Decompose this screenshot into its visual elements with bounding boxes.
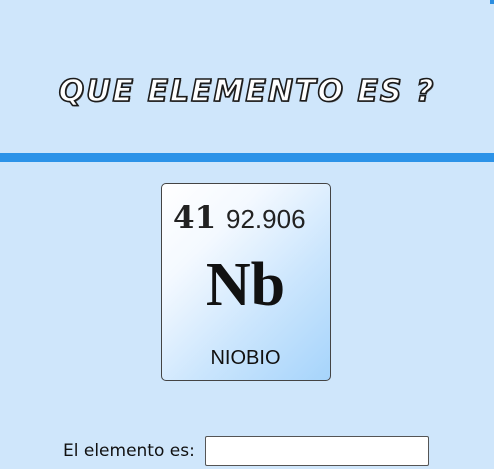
page-title: QUE ELEMENTO ES ? (58, 73, 436, 110)
answer-input[interactable] (205, 436, 429, 466)
header-divider (0, 153, 494, 162)
element-symbol: Nb (205, 251, 286, 319)
atomic-number: 41 (173, 200, 217, 236)
element-card: 41 92.906 Nb NIOBIO (161, 183, 331, 381)
answer-label: El elemento es: (63, 441, 195, 461)
atomic-mass: 92.906 (226, 204, 306, 234)
element-name: NIOBIO (210, 347, 281, 369)
corner-mark (490, 0, 494, 4)
